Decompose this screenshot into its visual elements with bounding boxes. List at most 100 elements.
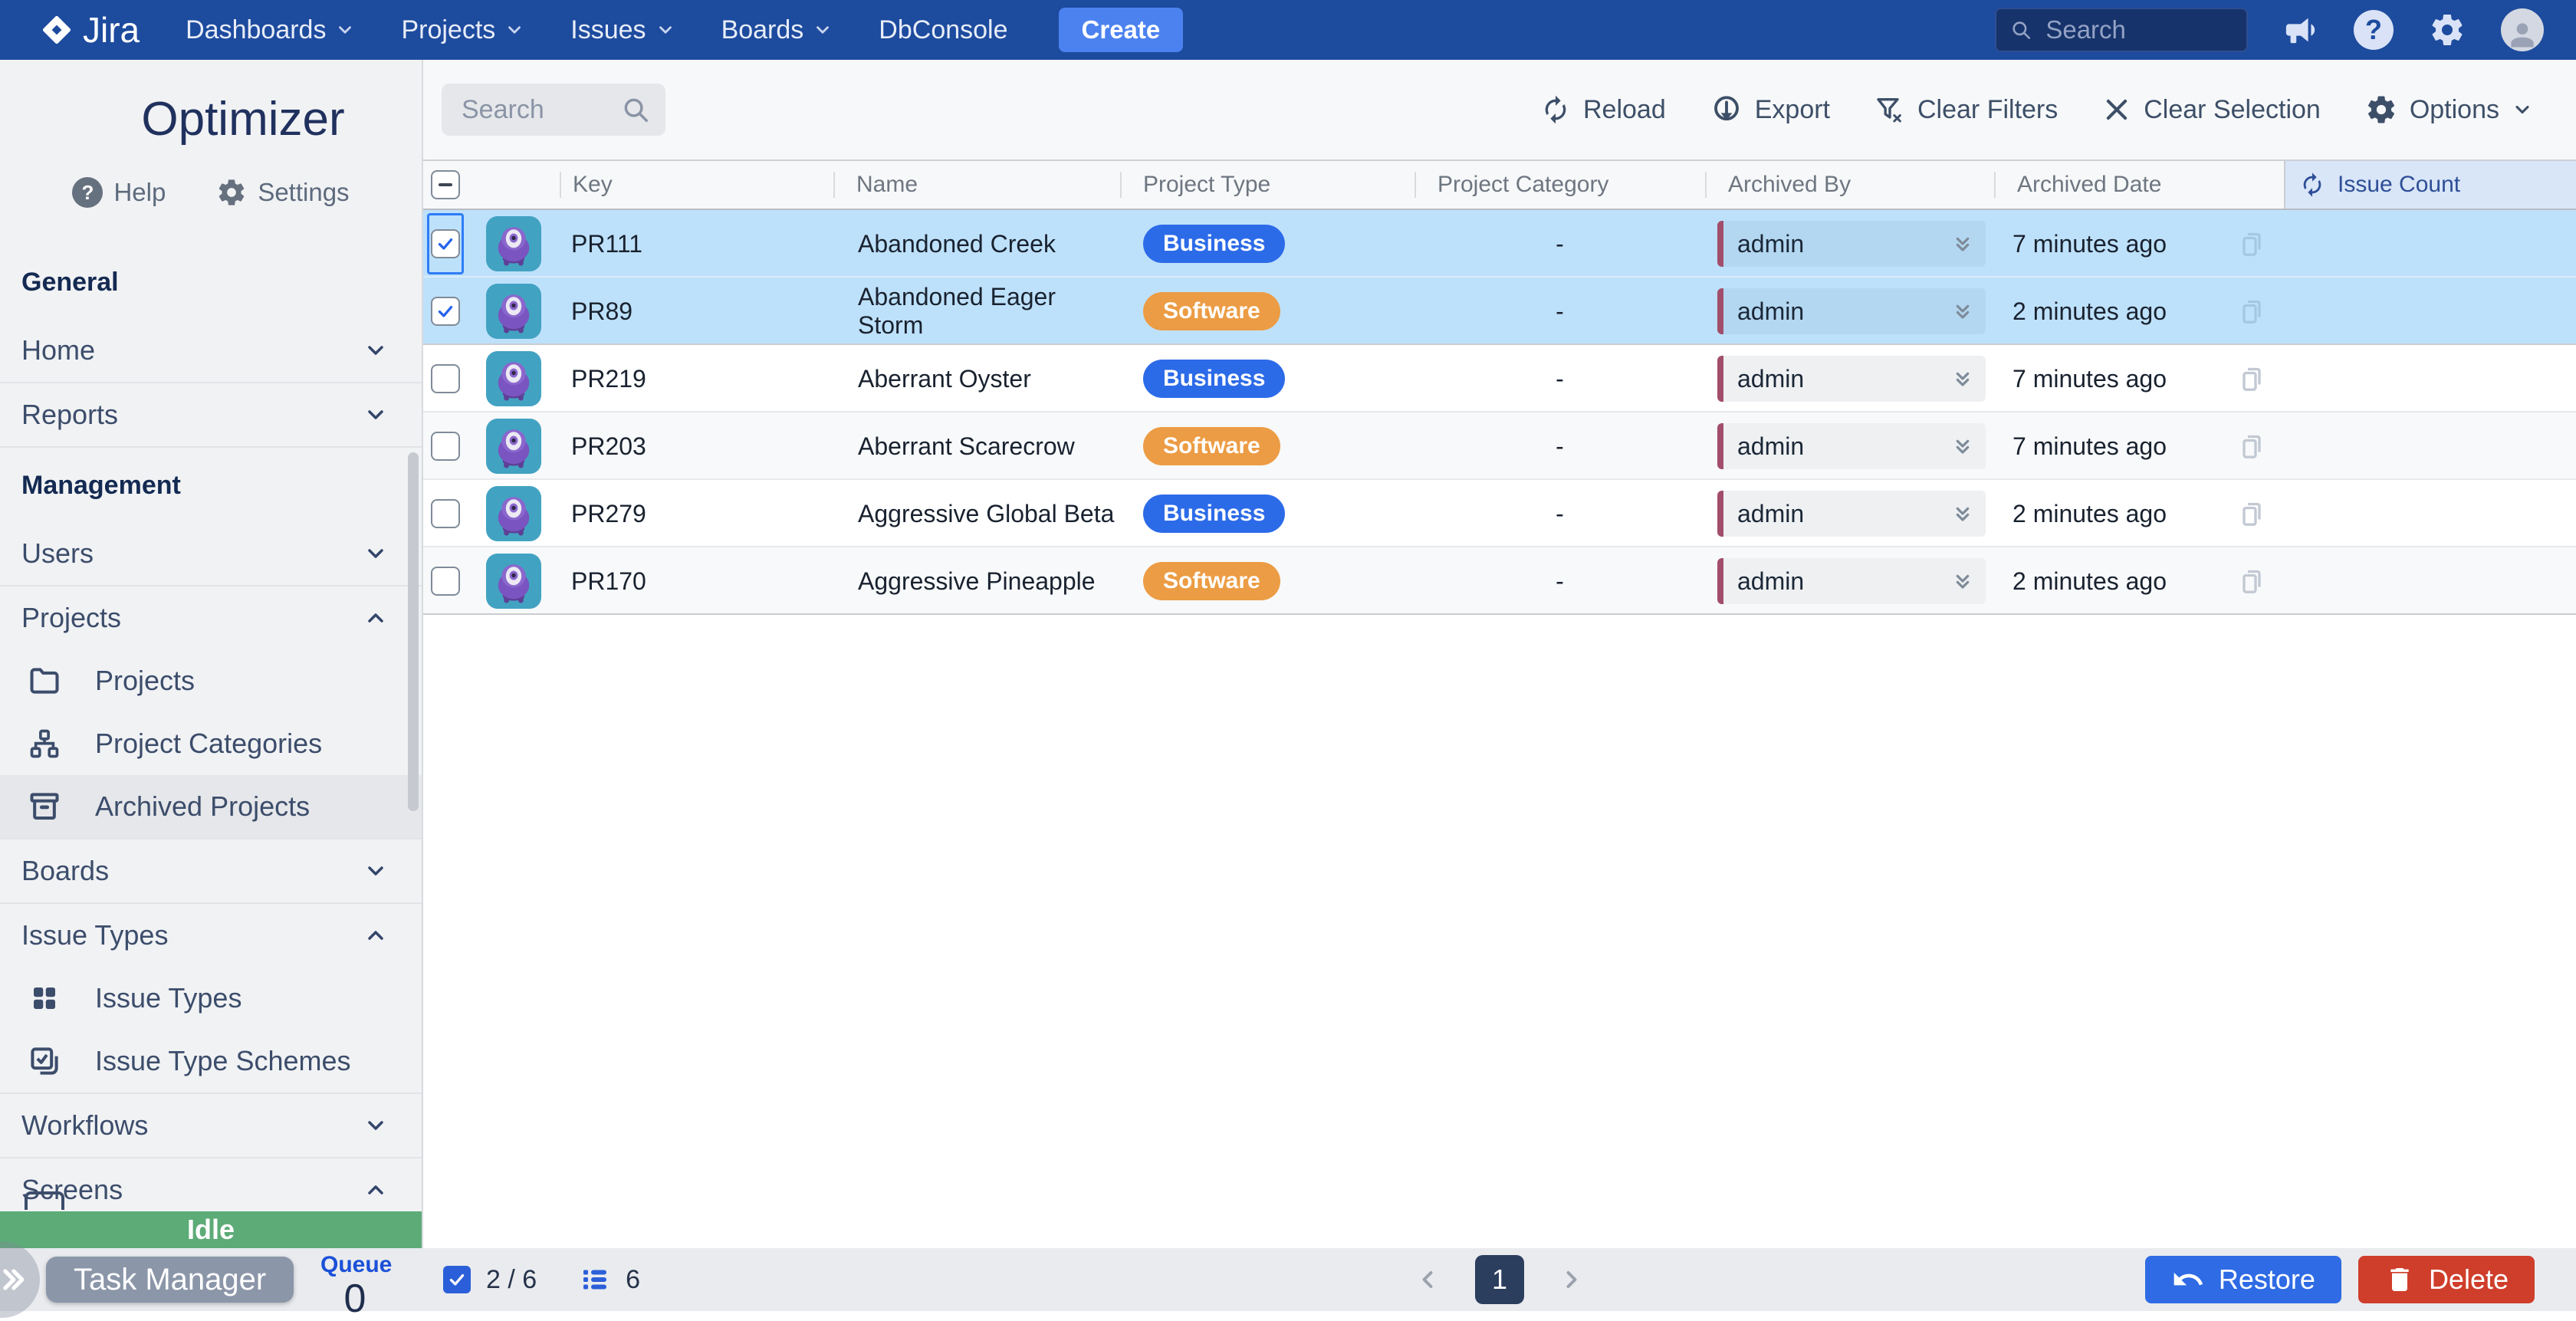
- archived-by-select[interactable]: admin: [1717, 491, 1986, 537]
- sidebar-scrollbar[interactable]: [408, 452, 419, 811]
- project-type-badge: Software: [1143, 562, 1280, 600]
- nav-search[interactable]: [1995, 8, 2248, 52]
- sidebar-item-projects[interactable]: Projects: [0, 649, 422, 712]
- jira-brand-text: Jira: [83, 9, 140, 51]
- undo-icon: [2171, 1263, 2205, 1296]
- nav-search-input[interactable]: [2044, 15, 2233, 45]
- copy-icon[interactable]: [2236, 431, 2267, 462]
- sidebar-item-issue-types-group[interactable]: Issue Types: [0, 904, 422, 967]
- copy-icon[interactable]: [2236, 498, 2267, 529]
- table-search-input[interactable]: [460, 94, 616, 126]
- nav-issues[interactable]: Issues: [570, 15, 675, 45]
- cell-archived-date: 7 minutes ago: [2013, 365, 2167, 393]
- restore-button[interactable]: Restore: [2145, 1256, 2341, 1303]
- nav-boards[interactable]: Boards: [721, 15, 833, 45]
- sidebar-item-project-categories[interactable]: Project Categories: [0, 712, 422, 775]
- create-button[interactable]: Create: [1059, 8, 1184, 52]
- cell-key: PR203: [560, 432, 833, 461]
- sidebar-item-home[interactable]: Home: [0, 319, 422, 382]
- clear-filters-label: Clear Filters: [1917, 95, 2058, 125]
- sidebar-item-boards[interactable]: Boards: [0, 840, 422, 902]
- sidebar-item-users[interactable]: Users: [0, 522, 422, 585]
- sidebar-item-issue-types[interactable]: Issue Types: [0, 967, 422, 1030]
- gear-icon: [216, 177, 247, 208]
- copy-icon[interactable]: [2236, 566, 2267, 596]
- archived-by-select[interactable]: admin: [1717, 356, 1986, 402]
- clear-selection-icon: [2102, 95, 2131, 124]
- archived-by-select[interactable]: admin: [1717, 558, 1986, 604]
- sidebar-item-label: Users: [21, 537, 94, 570]
- sidebar-subitem-label: Projects: [95, 665, 195, 697]
- nav-dbconsole[interactable]: DbConsole: [879, 15, 1007, 45]
- jira-logo[interactable]: Jira: [40, 9, 140, 51]
- copy-icon[interactable]: [2236, 363, 2267, 394]
- chevron-down-icon: [363, 338, 388, 363]
- sidebar-help-link[interactable]: ? Help: [72, 177, 166, 208]
- issue-count-label: Issue Count: [2338, 172, 2460, 198]
- clear-filters-button[interactable]: Clear Filters: [1875, 94, 2058, 125]
- cell-project-category: -: [1414, 500, 1705, 528]
- table-row: PR89 Abandoned Eager Storm Software - ad…: [423, 278, 2576, 345]
- archived-by-select[interactable]: admin: [1717, 288, 1986, 334]
- nav-dbconsole-label: DbConsole: [879, 15, 1007, 45]
- double-chevron-down-icon: [1950, 434, 1975, 458]
- user-avatar[interactable]: [2501, 8, 2544, 51]
- project-avatar-icon: [486, 486, 541, 541]
- archived-by-select[interactable]: admin: [1717, 221, 1986, 267]
- next-page-icon[interactable]: [1558, 1266, 1585, 1293]
- export-button[interactable]: Export: [1710, 94, 1830, 126]
- nav-dashboards[interactable]: Dashboards: [186, 15, 355, 45]
- restore-label: Restore: [2219, 1263, 2315, 1296]
- reload-icon: [1540, 94, 1571, 125]
- chevron-down-icon: [363, 1113, 388, 1138]
- queue-indicator: Queue 0: [320, 1252, 389, 1320]
- archived-by-select[interactable]: admin: [1717, 423, 1986, 469]
- column-header-issue-count[interactable]: Issue Count: [2284, 161, 2576, 209]
- table-search[interactable]: [442, 84, 665, 136]
- nav-projects[interactable]: Projects: [401, 15, 524, 45]
- project-type-badge: Software: [1143, 427, 1280, 465]
- sidebar-settings-link[interactable]: Settings: [216, 177, 349, 208]
- row-checkbox[interactable]: [431, 297, 460, 326]
- help-label: Help: [113, 178, 166, 207]
- help-icon[interactable]: ?: [2354, 10, 2394, 50]
- megaphone-icon[interactable]: [2283, 12, 2318, 48]
- sidebar-item-projects-group[interactable]: Projects: [0, 587, 422, 649]
- reload-label: Reload: [1583, 95, 1666, 125]
- archived-by-value: admin: [1737, 297, 1804, 326]
- checkbox-focus-ring: [427, 213, 464, 274]
- cell-archived-date: 2 minutes ago: [2013, 567, 2167, 596]
- task-manager-button[interactable]: Task Manager: [46, 1257, 294, 1303]
- task-manager-handle[interactable]: [0, 1241, 40, 1318]
- row-checkbox[interactable]: [431, 499, 460, 528]
- row-checkbox[interactable]: [431, 567, 460, 596]
- clear-selection-button[interactable]: Clear Selection: [2102, 95, 2321, 125]
- table-row: PR219 Aberrant Oyster Business - admin 7…: [423, 345, 2576, 412]
- cell-archived-date: 2 minutes ago: [2013, 500, 2167, 528]
- sidebar-item-workflows[interactable]: Workflows: [0, 1094, 422, 1157]
- sidebar-item-label: Reports: [21, 399, 118, 431]
- reload-button[interactable]: Reload: [1540, 94, 1666, 125]
- options-button[interactable]: Options: [2365, 94, 2533, 126]
- project-avatar-icon: [486, 554, 541, 609]
- previous-page-icon[interactable]: [1414, 1266, 1441, 1293]
- gear-icon[interactable]: [2429, 12, 2466, 48]
- project-type-badge: Business: [1143, 495, 1285, 533]
- copy-icon[interactable]: [2236, 296, 2267, 327]
- delete-button[interactable]: Delete: [2358, 1256, 2535, 1303]
- row-checkbox[interactable]: [431, 432, 460, 461]
- page-number[interactable]: 1: [1475, 1255, 1524, 1304]
- copy-icon[interactable]: [2236, 228, 2267, 259]
- double-chevron-right-icon: [0, 1263, 29, 1296]
- cell-key: PR279: [560, 500, 833, 528]
- chevron-down-icon: [363, 859, 388, 883]
- sidebar-item-archived-projects[interactable]: Archived Projects: [0, 775, 422, 838]
- row-checkbox[interactable]: [431, 364, 460, 393]
- select-all-checkbox[interactable]: [431, 170, 460, 199]
- project-avatar-icon: [486, 216, 541, 271]
- row-checkbox[interactable]: [431, 229, 460, 258]
- column-header-archived-date: Archived Date: [1994, 172, 2284, 198]
- sidebar-item-reports[interactable]: Reports: [0, 383, 422, 446]
- footer: Task Manager Queue 0 2 / 6 6 1 Restore D…: [0, 1248, 2576, 1311]
- sidebar-item-issue-type-schemes[interactable]: Issue Type Schemes: [0, 1030, 422, 1093]
